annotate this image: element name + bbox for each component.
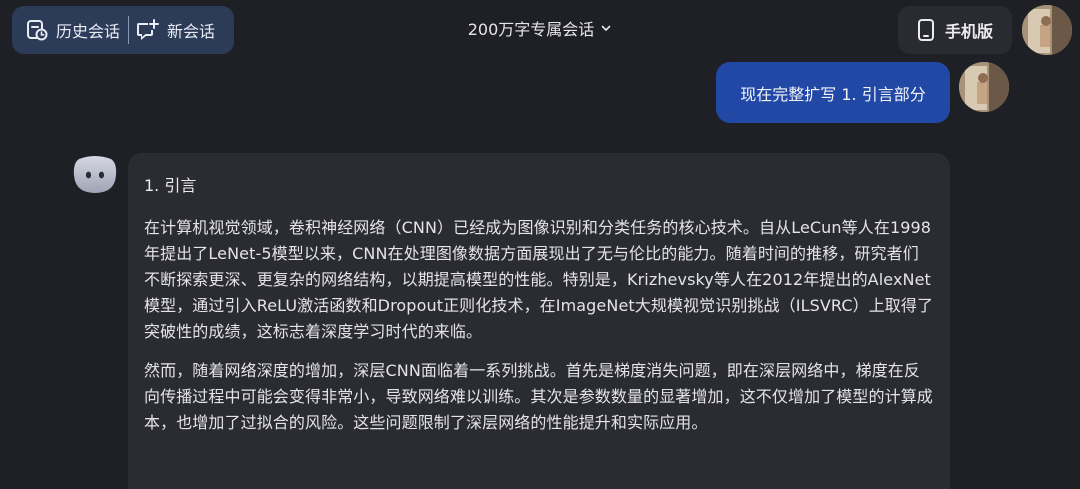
bot-avatar-icon: [73, 155, 117, 195]
history-button[interactable]: 历史会话: [26, 6, 120, 54]
new-chat-button[interactable]: 新会话: [135, 6, 215, 54]
mobile-version-button[interactable]: 手机版: [898, 6, 1012, 54]
assistant-paragraph: 在计算机视觉领域，卷积神经网络（CNN）已经成为图像识别和分类任务的核心技术。自…: [144, 218, 934, 341]
new-chat-icon: [135, 19, 160, 41]
conversation-title: 200万字专属会话: [467, 20, 595, 39]
history-label: 历史会话: [56, 22, 121, 41]
chat-app: 历史会话 新会话 200万字专属会话 手机版 现在完整扩写 1. 引言部分 1.…: [0, 0, 1080, 489]
phone-icon: [917, 19, 935, 41]
history-clock-icon: [26, 19, 48, 41]
message-user-avatar: [959, 62, 1009, 112]
user-message-bubble: 现在完整扩写 1. 引言部分: [716, 62, 950, 123]
assistant-message-card: 1. 引言 在计算机视觉领域，卷积神经网络（CNN）已经成为图像识别和分类任务的…: [128, 153, 950, 489]
user-avatar[interactable]: [1022, 5, 1072, 55]
user-message-text: 现在完整扩写 1. 引言部分: [740, 84, 926, 104]
mobile-version-label: 手机版: [944, 22, 993, 41]
chevron-down-icon: [600, 22, 612, 34]
conversation-title-dropdown[interactable]: 200万字专属会话: [468, 16, 613, 40]
new-chat-label: 新会话: [167, 22, 216, 41]
top-left-toolbar: 历史会话 新会话: [12, 6, 234, 54]
assistant-paragraph: 然而，随着网络深度的增加，深层CNN面临着一系列挑战。首先是梯度消失问题，即在深…: [144, 361, 933, 432]
toolbar-divider: [128, 16, 130, 44]
assistant-heading: 1. 引言: [144, 176, 197, 195]
